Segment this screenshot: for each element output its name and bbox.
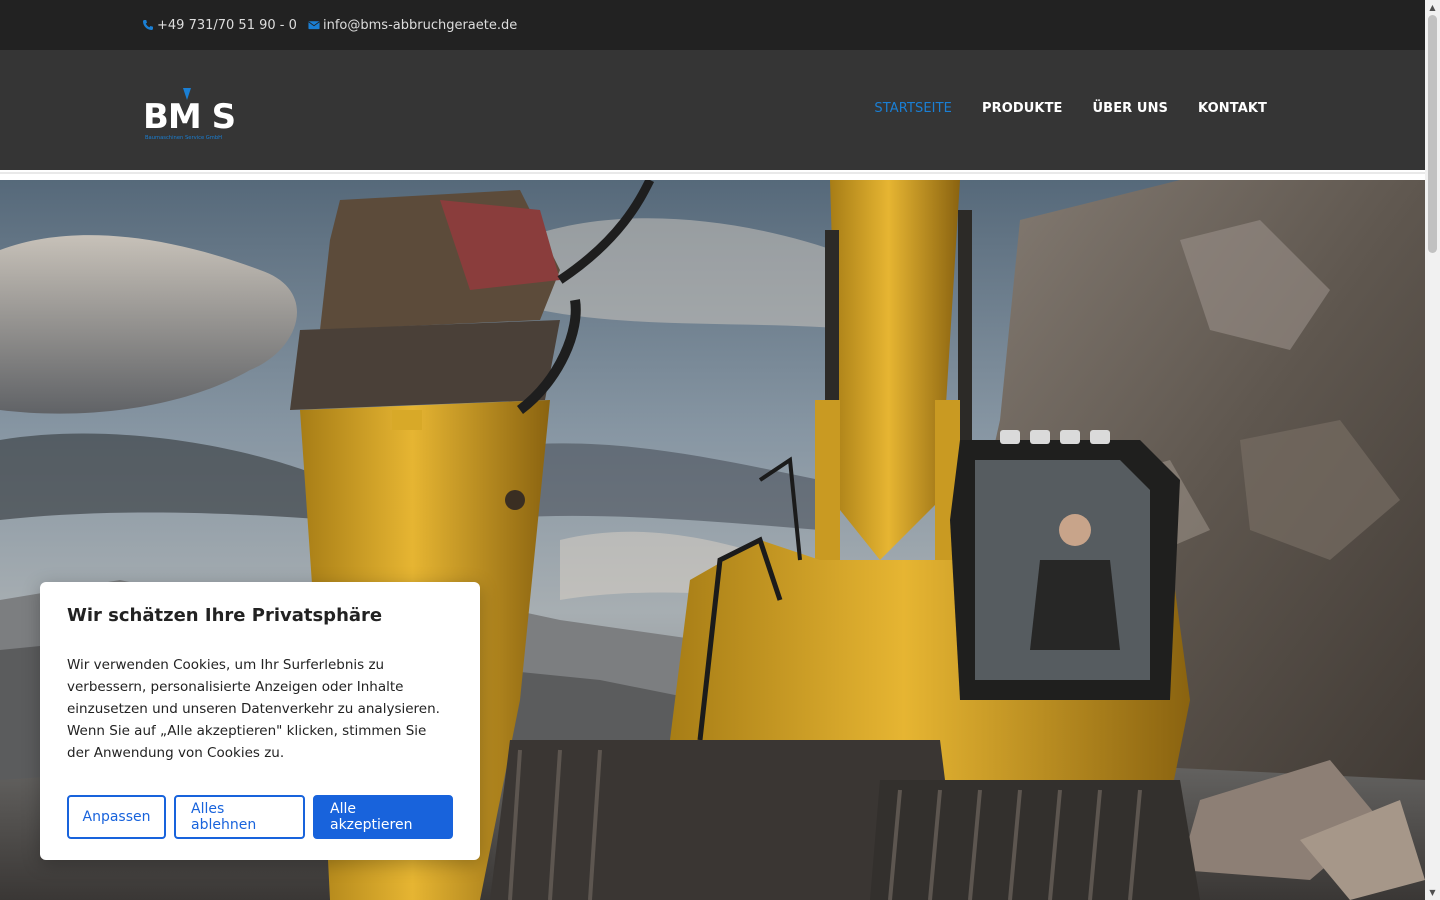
cookie-buttons: Anpassen Alles ablehnen Alle akzeptieren <box>67 795 453 839</box>
main-navigation: STARTSEITE PRODUKTE ÜBER UNS KONTAKT <box>874 50 1267 167</box>
scroll-up-arrow-icon[interactable]: ▲ <box>1428 3 1437 12</box>
nav-item-startseite[interactable]: STARTSEITE <box>874 101 952 116</box>
bms-logo[interactable]: BM S Baumaschinen Service GmbH <box>143 88 243 142</box>
email-address: info@bms-abbruchgeraete.de <box>323 17 518 33</box>
cookie-consent-dialog: Wir schätzen Ihre Privatsphäre Wir verwe… <box>40 582 480 860</box>
cookie-text: Wir verwenden Cookies, um Ihr Surferlebn… <box>67 657 440 761</box>
envelope-icon <box>308 19 320 31</box>
customize-button[interactable]: Anpassen <box>67 795 166 839</box>
page-scrollbar[interactable]: ▲ ▼ <box>1425 0 1440 900</box>
page: +49 731/70 51 90 - 0 info@bms-abbruchger… <box>0 0 1425 900</box>
nav-item-produkte[interactable]: PRODUKTE <box>982 101 1063 116</box>
email-link[interactable]: info@bms-abbruchgeraete.de <box>308 0 517 50</box>
svg-text:Baumaschinen Service GmbH: Baumaschinen Service GmbH <box>145 135 222 141</box>
svg-text:BM S: BM S <box>143 97 235 137</box>
header-divider <box>0 170 1425 180</box>
phone-icon <box>142 19 154 31</box>
reject-all-button[interactable]: Alles ablehnen <box>174 795 305 839</box>
top-contact-bar: +49 731/70 51 90 - 0 info@bms-abbruchger… <box>0 0 1425 50</box>
nav-item-ueber-uns[interactable]: ÜBER UNS <box>1093 101 1168 116</box>
scrollbar-thumb[interactable] <box>1428 15 1437 253</box>
nav-item-kontakt[interactable]: KONTAKT <box>1198 101 1267 116</box>
accept-all-button[interactable]: Alle akzeptieren <box>313 795 453 839</box>
cookie-title: Wir schätzen Ihre Privatsphäre <box>67 605 383 626</box>
phone-link[interactable]: +49 731/70 51 90 - 0 <box>142 0 297 50</box>
site-header: BM S Baumaschinen Service GmbH STARTSEIT… <box>0 50 1425 170</box>
phone-number: +49 731/70 51 90 - 0 <box>157 17 297 33</box>
scroll-down-arrow-icon[interactable]: ▼ <box>1428 888 1437 897</box>
